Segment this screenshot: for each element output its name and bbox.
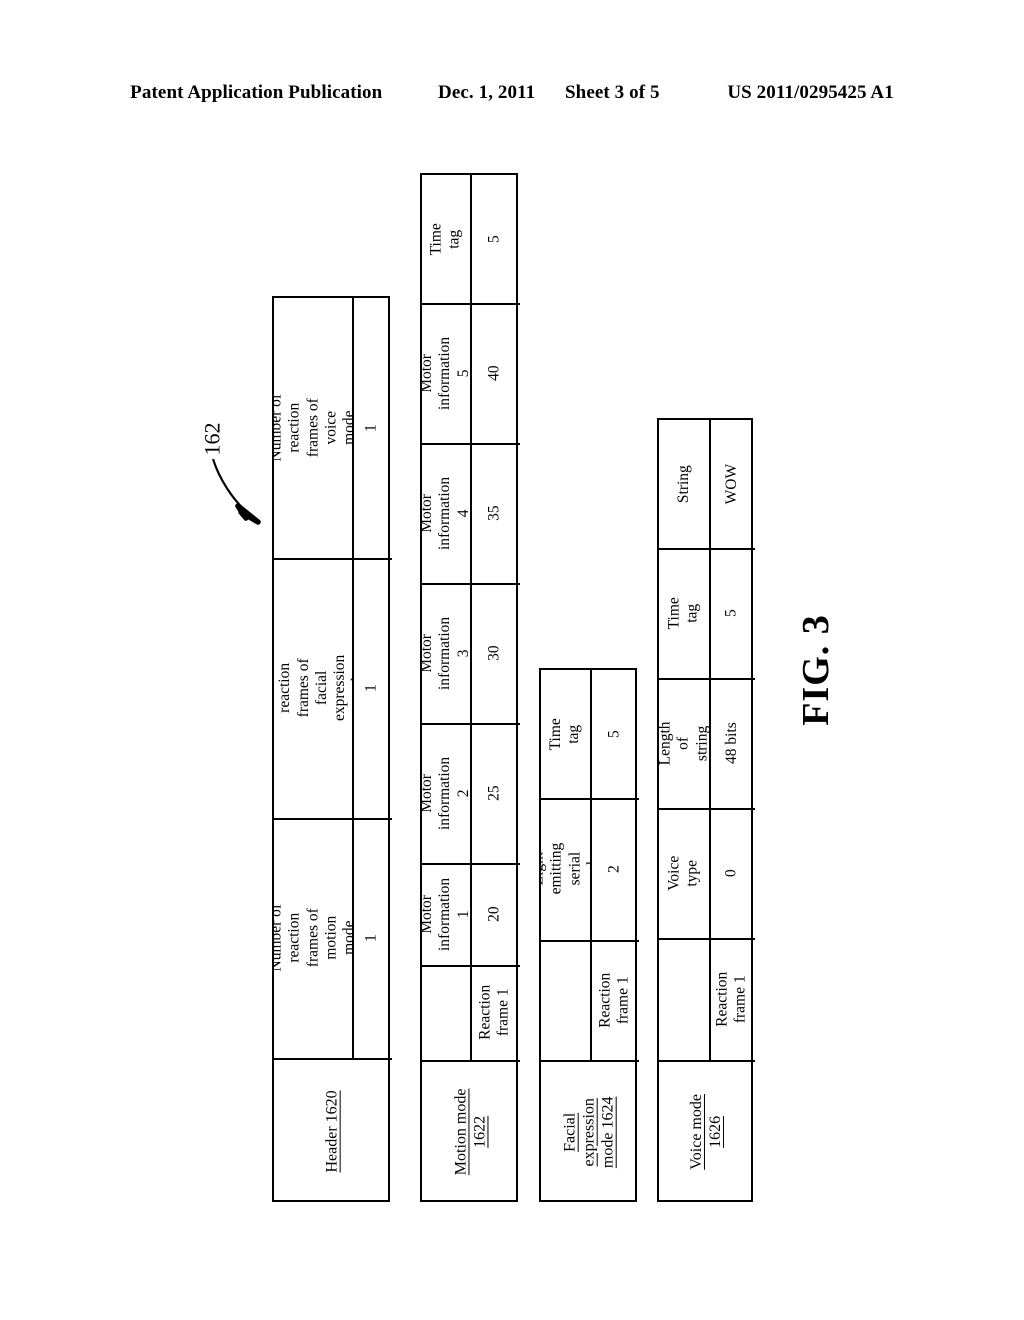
voice-frame-label: Reaction frame 1 — [713, 971, 749, 1027]
motion-col-motor-4-value: 35 — [485, 505, 503, 521]
voice-row-label: Voice mode 1626 — [688, 1094, 724, 1170]
motion-col-motor-1-value: 20 — [485, 906, 503, 922]
motion-row-label: Motion mode 1622 — [452, 1088, 488, 1176]
header-col-motion-value: 1 — [362, 934, 380, 942]
voice-col-time-tag-head: Time tag — [665, 596, 701, 630]
facial-col-light-serial-head: Light emitting serial number — [541, 843, 590, 895]
patent-figure: 162 Number of reaction frames of voice m… — [0, 0, 1024, 1320]
voice-col-type-value: 0 — [722, 869, 740, 877]
facial-row-label: Facial expression mode 1624 — [561, 1096, 617, 1168]
facial-frame-label: Reaction frame 1 — [596, 972, 632, 1028]
voice-col-type-head: Voice type — [665, 855, 701, 891]
motion-col-motor-5-head: Motor information 5 — [422, 336, 470, 410]
header-row-label: Header 1620 — [323, 1089, 341, 1173]
table-facial-expression-mode-1624: Time tag 5 Light emitting serial number … — [539, 668, 639, 1202]
voice-frame-blank — [659, 938, 709, 1060]
facial-col-time-tag-head: Time tag — [547, 717, 583, 751]
table-voice-mode-1626: String WOW Time tag 5 Length of string 4… — [657, 418, 755, 1202]
motion-col-motor-1-head: Motor information 1 — [422, 877, 470, 951]
header-col-voice-head: Number of reaction frames of voice mode — [274, 394, 352, 462]
table-header-1620: Number of reaction frames of voice mode … — [272, 296, 392, 1202]
header-col-facial-head: Number of reaction frames of facial expr… — [274, 654, 352, 722]
voice-col-string-head: String — [674, 465, 692, 503]
motion-col-motor-2-head: Motor information 2 — [422, 756, 470, 830]
figure-caption: FIG. 3 — [736, 614, 896, 726]
table-motion-mode-1622: Time tag 5 Motor information 5 40 Motor … — [420, 173, 520, 1202]
motion-col-time-tag-head: Time tag — [427, 222, 463, 256]
facial-col-time-tag-value: 5 — [605, 730, 623, 738]
header-col-voice-value: 1 — [362, 424, 380, 432]
motion-col-motor-3-head: Motor information 3 — [422, 616, 470, 690]
facial-col-light-serial-value: 2 — [605, 865, 623, 873]
figure-caption-text: FIG. 3 — [795, 614, 837, 726]
motion-frame-blank — [422, 965, 470, 1060]
voice-col-length-head: Length of string — [659, 721, 709, 765]
header-col-motion-head: Number of reaction frames of motion mode — [274, 904, 352, 972]
facial-frame-blank — [541, 940, 590, 1060]
voice-col-string-value: WOW — [722, 463, 740, 505]
motion-col-time-tag-value: 5 — [485, 235, 503, 243]
motion-frame-label: Reaction frame 1 — [476, 984, 512, 1041]
motion-col-motor-5-value: 40 — [485, 365, 503, 381]
motion-col-motor-3-value: 30 — [485, 645, 503, 661]
motion-col-motor-2-value: 25 — [485, 785, 503, 801]
motion-col-motor-4-head: Motor information 4 — [422, 476, 470, 550]
header-col-facial-value: 1 — [362, 684, 380, 692]
